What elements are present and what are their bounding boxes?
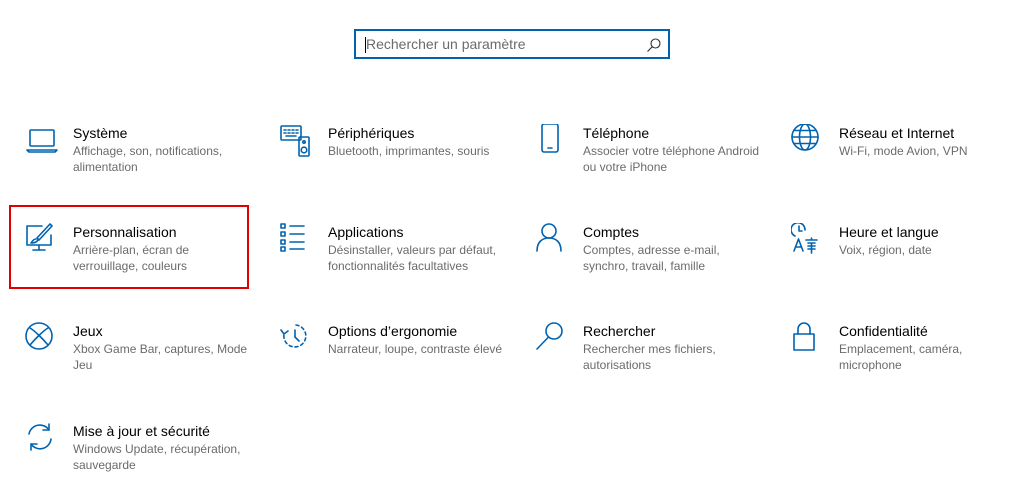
search-icon[interactable] bbox=[646, 37, 662, 53]
search-box[interactable] bbox=[354, 29, 670, 59]
globe-icon bbox=[791, 124, 825, 158]
tile-confidentialite[interactable]: Confidentialité Emplacement, caméra, mic… bbox=[791, 322, 1024, 396]
tile-title: Options d’ergonomie bbox=[328, 323, 458, 339]
paint-monitor-icon bbox=[25, 223, 59, 257]
tile-description: Désinstaller, valeurs par défaut, foncti… bbox=[328, 243, 497, 273]
tile-reseau-internet[interactable]: Réseau et Internet Wi-Fi, mode Avion, VP… bbox=[791, 124, 1024, 198]
tile-description: Arrière-plan, écran de verrouillage, cou… bbox=[73, 243, 190, 273]
apps-list-icon bbox=[280, 223, 314, 257]
search-icon bbox=[535, 322, 569, 356]
ease-of-access-icon bbox=[280, 322, 314, 356]
tile-title: Réseau et Internet bbox=[839, 125, 955, 141]
tile-title: Système bbox=[73, 125, 128, 141]
tile-title: Téléphone bbox=[583, 125, 650, 141]
tile-peripheriques[interactable]: Périphériques Bluetooth, imprimantes, so… bbox=[280, 124, 520, 198]
tile-title: Périphériques bbox=[328, 125, 415, 141]
tile-description: Windows Update, récupération, sauvegarde bbox=[73, 442, 241, 472]
tile-description: Wi-Fi, mode Avion, VPN bbox=[839, 144, 968, 158]
search-input[interactable] bbox=[356, 31, 668, 57]
tile-description: Affichage, son, notifications, alimentat… bbox=[73, 144, 223, 174]
tile-jeux[interactable]: Jeux Xbox Game Bar, captures, Mode Jeu bbox=[25, 322, 265, 396]
text-cursor bbox=[365, 37, 366, 53]
person-icon bbox=[535, 223, 569, 257]
xbox-icon bbox=[25, 322, 59, 356]
phone-icon bbox=[535, 124, 569, 158]
tile-systeme[interactable]: Système Affichage, son, notifications, a… bbox=[25, 124, 265, 198]
tile-title: Heure et langue bbox=[839, 224, 939, 240]
tile-title: Rechercher bbox=[583, 323, 656, 339]
tile-rechercher[interactable]: Rechercher Rechercher mes fichiers, auto… bbox=[535, 322, 775, 396]
tile-title: Applications bbox=[328, 224, 404, 240]
tile-telephone[interactable]: Téléphone Associer votre téléphone Andro… bbox=[535, 124, 775, 198]
tile-description: Narrateur, loupe, contraste élevé bbox=[328, 342, 503, 356]
tile-heure-langue[interactable]: Heure et langue Voix, région, date bbox=[791, 223, 1024, 297]
tile-title: Mise à jour et sécurité bbox=[73, 423, 210, 439]
tile-description: Comptes, adresse e-mail, synchro, travai… bbox=[583, 243, 720, 273]
update-icon bbox=[25, 422, 59, 456]
laptop-icon bbox=[25, 124, 59, 158]
tile-description: Xbox Game Bar, captures, Mode Jeu bbox=[73, 342, 248, 372]
tile-description: Bluetooth, imprimantes, souris bbox=[328, 144, 490, 158]
tile-description: Voix, région, date bbox=[839, 243, 932, 257]
tile-title: Confidentialité bbox=[839, 323, 928, 339]
tile-title: Jeux bbox=[73, 323, 103, 339]
tile-description: Associer votre téléphone Android ou votr… bbox=[583, 144, 760, 174]
tile-title: Comptes bbox=[583, 224, 640, 240]
tile-description: Rechercher mes fichiers, autorisations bbox=[583, 342, 716, 372]
tile-options-ergonomie[interactable]: Options d’ergonomie Narrateur, loupe, co… bbox=[280, 322, 520, 396]
tile-personnalisation[interactable]: Personnalisation Arrière-plan, écran de … bbox=[25, 223, 265, 297]
time-language-icon bbox=[791, 223, 825, 257]
keyboard-speaker-icon bbox=[280, 124, 314, 158]
tile-title: Personnalisation bbox=[73, 224, 177, 240]
tile-description: Emplacement, caméra, microphone bbox=[839, 342, 963, 372]
tile-mise-a-jour-securite[interactable]: Mise à jour et sécurité Windows Update, … bbox=[25, 422, 265, 493]
lock-icon bbox=[791, 322, 825, 356]
tile-applications[interactable]: Applications Désinstaller, valeurs par d… bbox=[280, 223, 520, 297]
tile-comptes[interactable]: Comptes Comptes, adresse e-mail, synchro… bbox=[535, 223, 775, 297]
